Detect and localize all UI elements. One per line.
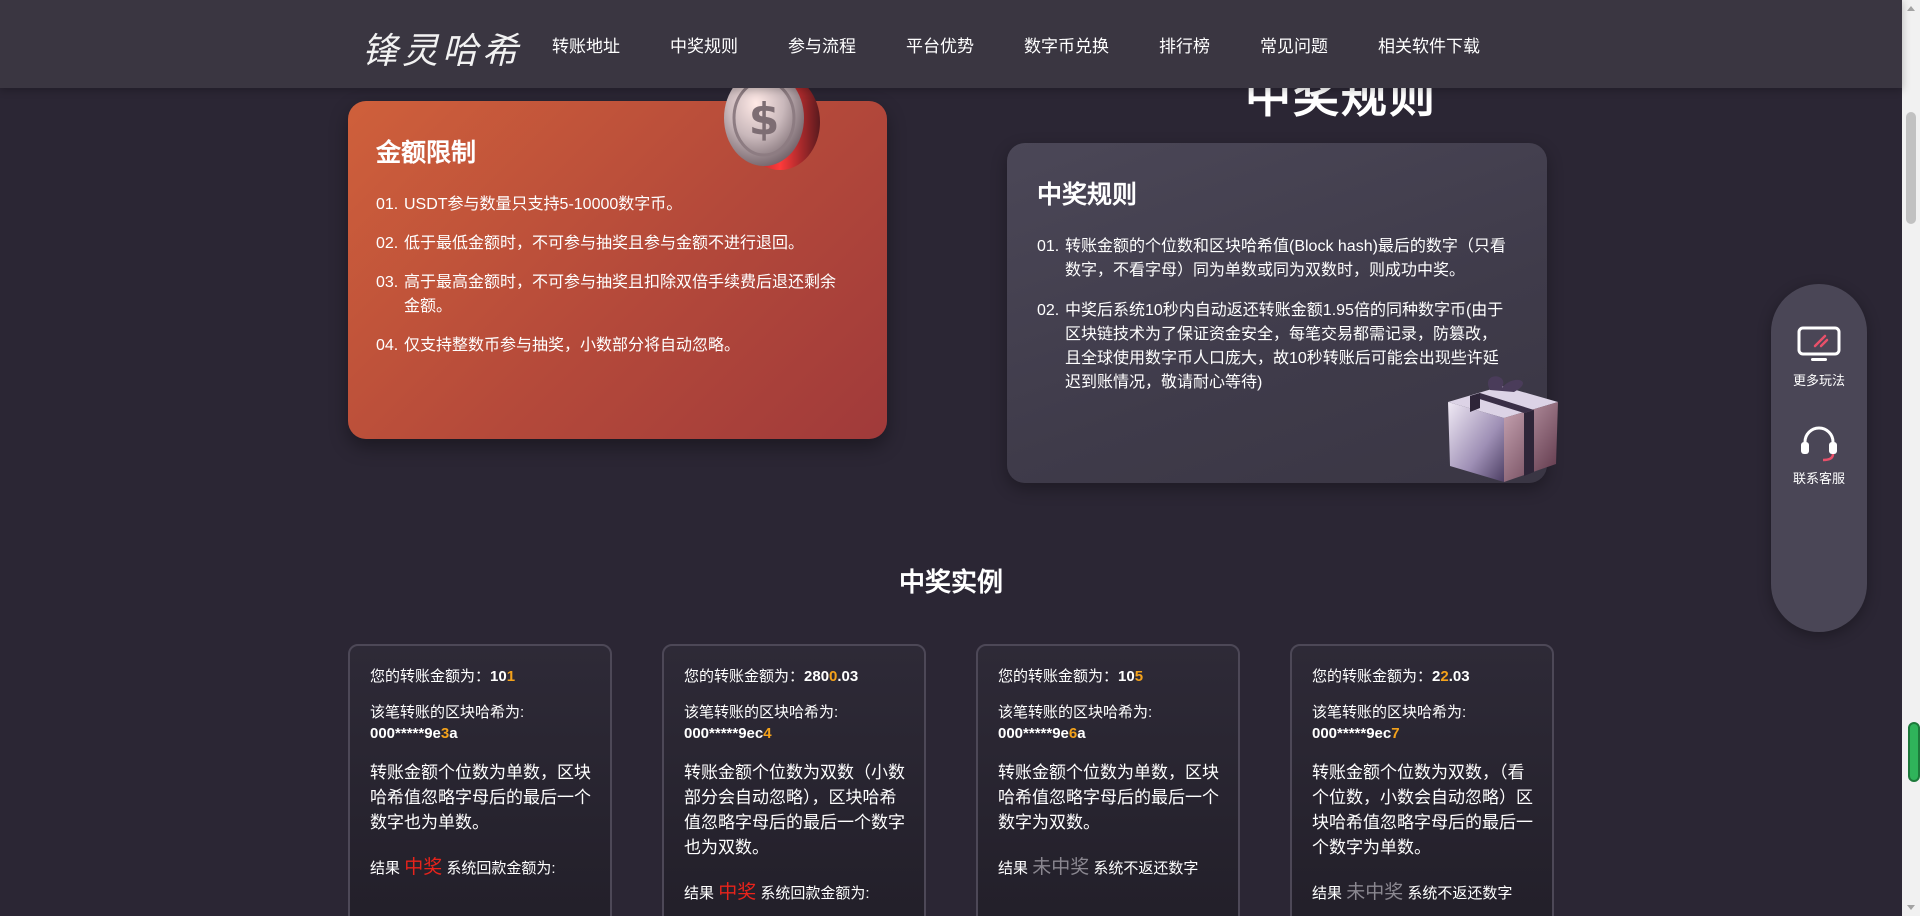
headset-icon xyxy=(1801,426,1837,462)
result-status: 未中奖 xyxy=(1346,882,1404,903)
example-result: 结果 未中奖 系统不返还数字 xyxy=(998,857,1199,878)
list-item: 03. 高于最高金额时，不可参与抽奖且扣除双倍手续费后退还剩余金额。 xyxy=(376,274,837,315)
example-hash-label: 该笔转账的区块哈希为: xyxy=(998,704,1153,721)
example-hash-label: 该笔转账的区块哈希为: xyxy=(1312,704,1467,721)
example-result: 结果 中奖 系统回款金额为: xyxy=(370,857,556,878)
contact-support-button[interactable]: 联系客服 xyxy=(1771,424,1867,487)
nav-leaderboard[interactable]: 排行榜 xyxy=(1159,32,1210,57)
nav-faq[interactable]: 常见问题 xyxy=(1260,32,1328,57)
example-card-1: 您的转账金额为：101 该笔转账的区块哈希为: 000*****9e3a 转账金… xyxy=(348,644,612,916)
floating-green-widget[interactable] xyxy=(1908,722,1920,782)
example-hash-label: 该笔转账的区块哈希为: xyxy=(684,704,839,721)
win-rules-title: 中奖规则 xyxy=(1037,181,1138,209)
list-item: 02. 中奖后系统10秒内自动返还转账金额1.95倍的同种数字币(由于区块链技术为… xyxy=(1037,302,1504,391)
example-amount: 您的转账金额为：101 xyxy=(370,668,516,685)
example-hash: 000*****9ec4 xyxy=(684,725,772,742)
amount-limit-list: 01. USDT参与数量只支持5-10000数字币。 02. 低于最低金额时，不可参… xyxy=(376,193,846,373)
example-hash-label: 该笔转账的区块哈希为: xyxy=(370,704,525,721)
list-item: 02. 低于最低金额时，不可参与抽奖且参与金额不进行退回。 xyxy=(376,235,805,252)
example-amount: 您的转账金额为：2800.03 xyxy=(684,668,859,685)
result-status: 未中奖 xyxy=(1032,857,1090,878)
list-item: 01. USDT参与数量只支持5-10000数字币。 xyxy=(376,196,683,213)
more-play-label: 更多玩法 xyxy=(1792,373,1845,388)
floating-side-panel: 更多玩法 联系客服 xyxy=(1771,284,1867,632)
result-status: 中奖 xyxy=(718,882,757,903)
example-hash: 000*****9e6a xyxy=(998,725,1086,742)
scroll-down-arrow-icon[interactable] xyxy=(1907,905,1915,910)
nav-software-download[interactable]: 相关软件下载 xyxy=(1378,32,1480,57)
example-amount: 您的转账金额为：105 xyxy=(998,668,1144,685)
nav-platform-advantages[interactable]: 平台优势 xyxy=(906,32,974,57)
more-play-button[interactable]: 更多玩法 xyxy=(1771,326,1867,389)
scrollbar-thumb[interactable] xyxy=(1906,112,1916,224)
example-hash: 000*****9ec7 xyxy=(1312,725,1400,742)
example-card-2: 您的转账金额为：2800.03 该笔转账的区块哈希为: 000*****9ec4… xyxy=(662,644,926,916)
example-hash: 000*****9e3a xyxy=(370,725,458,742)
example-description: 转账金额个位数为双数（小数部分会自动忽略），区块哈希值忽略字母后的最后一个数字也… xyxy=(684,763,905,857)
example-description: 转账金额个位数为单数，区块哈希值忽略字母后的最后一个数字也为单数。 xyxy=(370,763,591,832)
nav-crypto-exchange[interactable]: 数字币兑换 xyxy=(1024,32,1109,57)
example-result: 结果 未中奖 系统不返还数字 xyxy=(1312,882,1513,903)
example-card-3: 您的转账金额为：105 该笔转账的区块哈希为: 000*****9e6a 转账金… xyxy=(976,644,1240,916)
win-rules-list: 01. 转账金额的个位数和区块哈希值(Block hash)最后的数字（只看数字，… xyxy=(1037,235,1507,411)
example-amount: 您的转账金额为：22.03 xyxy=(1312,668,1470,685)
list-item: 04. 仅支持整数币参与抽奖，小数部分将自动忽略。 xyxy=(376,337,741,354)
example-description: 转账金额个位数为单数，区块哈希值忽略字母后的最后一个数字为双数。 xyxy=(998,763,1219,832)
nav-transfer-address[interactable]: 转账地址 xyxy=(552,32,620,57)
example-result: 结果 中奖 系统回款金额为: xyxy=(684,882,870,903)
scroll-up-arrow-icon[interactable] xyxy=(1907,6,1915,11)
example-description: 转账金额个位数为双数，（看个位数，小数会自动忽略）区块哈希值忽略字母后的最后一个… xyxy=(1312,763,1533,857)
amount-limit-title: 金额限制 xyxy=(376,139,477,167)
nav-win-rules[interactable]: 中奖规则 xyxy=(670,32,738,57)
svg-text:$: $ xyxy=(749,94,780,145)
nav-participation-process[interactable]: 参与流程 xyxy=(788,32,856,57)
gift-box-icon xyxy=(1448,376,1558,482)
contact-support-label: 联系客服 xyxy=(1792,471,1845,486)
top-nav-bar: 锋灵哈希 转账地址 中奖规则 参与流程 平台优势 数字币兑换 排行榜 常见问题 … xyxy=(0,0,1902,88)
list-item: 01. 转账金额的个位数和区块哈希值(Block hash)最后的数字（只看数字，… xyxy=(1037,238,1506,279)
monitor-icon xyxy=(1797,326,1841,361)
examples-section-title: 中奖实例 xyxy=(898,567,1003,597)
main-nav: 转账地址 中奖规则 参与流程 平台优势 数字币兑换 排行榜 常见问题 相关软件下… xyxy=(552,0,1530,88)
result-status: 中奖 xyxy=(404,857,443,878)
example-card-4: 您的转账金额为：22.03 该笔转账的区块哈希为: 000*****9ec7 转… xyxy=(1290,644,1554,916)
site-logo[interactable]: 锋灵哈希 xyxy=(362,22,522,74)
